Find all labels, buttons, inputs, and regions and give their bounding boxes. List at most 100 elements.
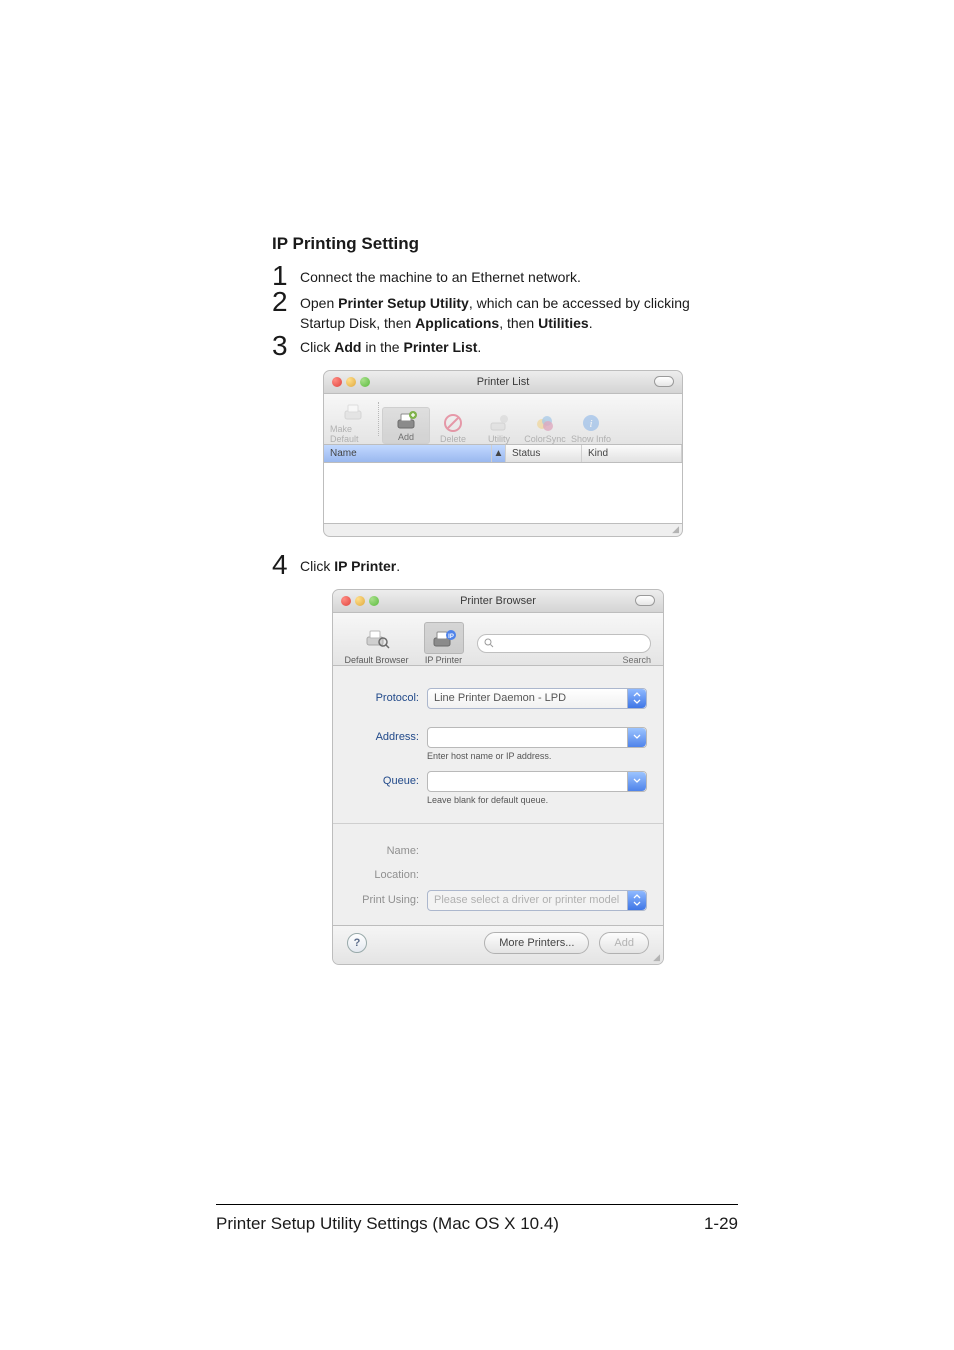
search-icon bbox=[484, 638, 494, 648]
search-input[interactable] bbox=[477, 634, 651, 653]
t-bold: Printer List bbox=[403, 339, 477, 355]
section-heading: IP Printing Setting bbox=[272, 234, 734, 254]
close-icon[interactable] bbox=[341, 596, 351, 606]
info-icon: i bbox=[581, 413, 601, 433]
t-bold: Printer Setup Utility bbox=[338, 295, 469, 311]
t-bold: IP Printer bbox=[334, 558, 396, 574]
label: Utility bbox=[488, 434, 510, 444]
t: Click bbox=[300, 339, 334, 355]
utility-button[interactable]: Utility bbox=[476, 413, 522, 444]
delete-icon bbox=[443, 413, 463, 433]
step-text: Click Add in the Printer List. bbox=[300, 336, 481, 357]
svg-text:IP: IP bbox=[448, 634, 454, 640]
window-title: Printer List bbox=[324, 376, 682, 388]
tab-ip-printer[interactable]: IP IP Printer bbox=[410, 622, 477, 665]
resize-grip-icon[interactable]: ◢ bbox=[333, 952, 663, 964]
t: Open bbox=[300, 295, 338, 311]
close-icon[interactable] bbox=[332, 377, 342, 387]
zoom-icon[interactable] bbox=[369, 596, 379, 606]
delete-button[interactable]: Delete bbox=[430, 413, 476, 444]
toolbar-toggle-icon[interactable] bbox=[654, 376, 674, 387]
more-printers-button[interactable]: More Printers... bbox=[484, 932, 589, 954]
toolbar-separator bbox=[378, 402, 380, 436]
resize-grip-icon[interactable]: ◢ bbox=[324, 524, 682, 536]
step-number: 3 bbox=[272, 332, 300, 360]
zoom-icon[interactable] bbox=[360, 377, 370, 387]
sort-asc-icon[interactable]: ▲ bbox=[492, 445, 506, 462]
t-bold: Applications bbox=[415, 315, 499, 331]
step-2: 2 Open Printer Setup Utility, which can … bbox=[272, 292, 734, 334]
label: Make Default bbox=[330, 424, 376, 444]
column-kind[interactable]: Kind bbox=[582, 445, 682, 462]
window-titlebar[interactable]: Printer List bbox=[324, 371, 682, 394]
queue-input[interactable] bbox=[427, 771, 647, 792]
colorsync-button[interactable]: ColorSync bbox=[522, 413, 568, 444]
ip-printer-icon: IP bbox=[431, 627, 457, 649]
protocol-label: Protocol: bbox=[349, 692, 427, 704]
t: . bbox=[589, 315, 593, 331]
t: , then bbox=[499, 315, 538, 331]
t: . bbox=[477, 339, 481, 355]
tab-default-browser[interactable]: Default Browser bbox=[343, 622, 410, 665]
address-input[interactable] bbox=[427, 727, 647, 748]
help-button[interactable]: ? bbox=[347, 933, 367, 953]
label: Delete bbox=[440, 434, 466, 444]
step-3: 3 Click Add in the Printer List. bbox=[272, 336, 734, 360]
printer-list-toolbar: Make Default Add Delete bbox=[324, 394, 682, 445]
page-number: 1-29 bbox=[704, 1214, 738, 1234]
step-1: 1 Connect the machine to an Ethernet net… bbox=[272, 266, 734, 290]
name-value bbox=[427, 842, 647, 860]
caret-down-icon bbox=[627, 772, 646, 791]
window-titlebar[interactable]: Printer Browser bbox=[333, 590, 663, 613]
toolbar-toggle-icon[interactable] bbox=[635, 595, 655, 606]
t-bold: Add bbox=[334, 339, 361, 355]
step-number: 2 bbox=[272, 288, 300, 316]
queue-label: Queue: bbox=[349, 775, 427, 787]
add-button[interactable]: Add bbox=[382, 407, 430, 444]
select-chevrons-icon bbox=[627, 891, 646, 910]
minimize-icon[interactable] bbox=[355, 596, 365, 606]
window-title: Printer Browser bbox=[333, 595, 663, 607]
utility-icon bbox=[488, 413, 510, 433]
address-label: Address: bbox=[349, 731, 427, 743]
step-text: Open Printer Setup Utility, which can be… bbox=[300, 292, 734, 334]
select-chevrons-icon bbox=[627, 689, 646, 708]
t: Click bbox=[300, 558, 334, 574]
t: . bbox=[396, 558, 400, 574]
add-button[interactable]: Add bbox=[599, 932, 649, 954]
column-status[interactable]: Status bbox=[506, 445, 582, 462]
search-loupe-icon bbox=[364, 627, 390, 649]
protocol-value: Line Printer Daemon - LPD bbox=[434, 692, 566, 704]
protocol-select[interactable]: Line Printer Daemon - LPD bbox=[427, 688, 647, 709]
queue-hint: Leave blank for default queue. bbox=[427, 795, 647, 805]
print-using-value: Please select a driver or printer model bbox=[434, 894, 619, 906]
make-default-button[interactable]: Make Default bbox=[330, 401, 376, 444]
name-label: Name: bbox=[349, 845, 427, 857]
step-4: 4 Click IP Printer. bbox=[272, 555, 734, 579]
printer-icon bbox=[341, 401, 365, 423]
printer-list-window: Printer List Make Default Add bbox=[323, 370, 683, 537]
t: in the bbox=[361, 339, 403, 355]
print-using-label: Print Using: bbox=[349, 894, 427, 906]
caret-down-icon bbox=[627, 728, 646, 747]
printer-list-columns: Name ▲ Status Kind bbox=[324, 445, 682, 463]
address-hint: Enter host name or IP address. bbox=[427, 751, 647, 761]
browser-toolbar: Default Browser IP IP Printer Sear bbox=[333, 613, 663, 666]
printer-list-body bbox=[324, 463, 682, 524]
step-text: Click IP Printer. bbox=[300, 555, 400, 576]
label: IP Printer bbox=[425, 655, 462, 665]
svg-text:i: i bbox=[589, 418, 592, 430]
printer-add-icon bbox=[394, 409, 418, 431]
label: Add bbox=[398, 432, 414, 442]
label: ColorSync bbox=[524, 434, 566, 444]
divider bbox=[333, 823, 663, 824]
print-using-select[interactable]: Please select a driver or printer model bbox=[427, 890, 647, 911]
t-bold: Utilities bbox=[538, 315, 589, 331]
step-text: Connect the machine to an Ethernet netwo… bbox=[300, 266, 581, 287]
column-name[interactable]: Name bbox=[324, 445, 492, 462]
location-label: Location: bbox=[349, 869, 427, 881]
label: Search bbox=[622, 655, 651, 665]
minimize-icon[interactable] bbox=[346, 377, 356, 387]
show-info-button[interactable]: i Show Info bbox=[568, 413, 614, 444]
colorsync-icon bbox=[534, 413, 556, 433]
